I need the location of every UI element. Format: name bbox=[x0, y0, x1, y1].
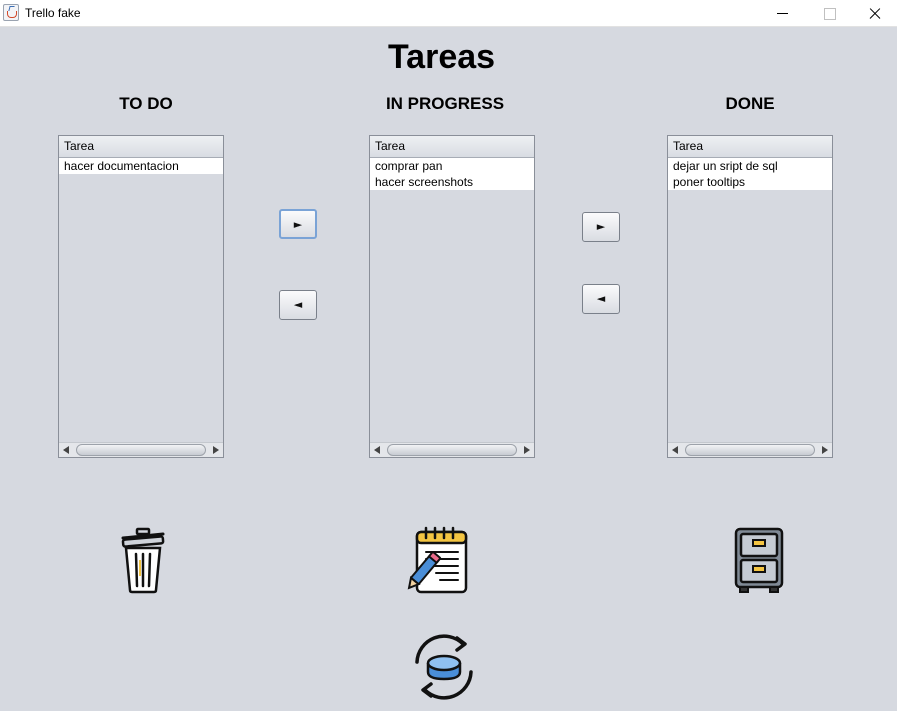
table-row[interactable]: hacer screenshots bbox=[370, 174, 534, 190]
java-app-icon bbox=[3, 4, 19, 21]
play-left-icon: ◄ bbox=[293, 298, 303, 311]
scroll-thumb[interactable] bbox=[76, 444, 206, 456]
move-done-to-progress-button[interactable]: ◄ bbox=[582, 284, 620, 314]
play-right-icon: ► bbox=[293, 218, 303, 231]
table-row[interactable]: poner tooltips bbox=[668, 174, 832, 190]
database-sync-icon[interactable] bbox=[409, 632, 479, 702]
scroll-right-icon[interactable] bbox=[822, 446, 828, 454]
minimize-button[interactable] bbox=[760, 0, 806, 27]
notepad-pencil-icon[interactable] bbox=[404, 526, 470, 596]
table-row[interactable]: comprar pan bbox=[370, 158, 534, 174]
move-todo-to-progress-button[interactable]: ► bbox=[279, 209, 317, 239]
maximize-button[interactable] bbox=[806, 0, 852, 27]
scroll-right-icon[interactable] bbox=[213, 446, 219, 454]
table-column-header[interactable]: Tarea bbox=[59, 136, 223, 158]
table-column-header[interactable]: Tarea bbox=[668, 136, 832, 158]
file-cabinet-icon[interactable] bbox=[733, 526, 785, 596]
table-row[interactable]: hacer documentacion bbox=[59, 158, 223, 174]
trash-icon[interactable] bbox=[117, 526, 169, 596]
play-right-icon: ► bbox=[596, 220, 606, 233]
table-row[interactable]: dejar un sript de sql bbox=[668, 158, 832, 174]
column-heading-in-progress: IN PROGRESS bbox=[385, 94, 505, 113]
move-progress-to-done-button[interactable]: ► bbox=[582, 212, 620, 242]
scroll-left-icon[interactable] bbox=[63, 446, 69, 454]
done-table[interactable]: Tarea dejar un sript de sql poner toolti… bbox=[667, 135, 833, 458]
close-button[interactable] bbox=[851, 0, 897, 27]
scroll-right-icon[interactable] bbox=[524, 446, 530, 454]
scroll-thumb[interactable] bbox=[387, 444, 517, 456]
window-titlebar: Trello fake bbox=[0, 0, 897, 27]
column-heading-todo: TO DO bbox=[119, 94, 173, 113]
table-column-header[interactable]: Tarea bbox=[370, 136, 534, 158]
window-title: Trello fake bbox=[25, 6, 81, 20]
todo-table[interactable]: Tarea hacer documentacion bbox=[58, 135, 224, 458]
page-title: Tareas bbox=[387, 38, 496, 76]
play-left-icon: ◄ bbox=[596, 292, 606, 305]
column-heading-done: DONE bbox=[725, 94, 775, 113]
scroll-left-icon[interactable] bbox=[672, 446, 678, 454]
scroll-thumb[interactable] bbox=[685, 444, 815, 456]
scroll-left-icon[interactable] bbox=[374, 446, 380, 454]
horizontal-scrollbar[interactable] bbox=[59, 442, 223, 457]
horizontal-scrollbar[interactable] bbox=[370, 442, 534, 457]
move-progress-to-todo-button[interactable]: ◄ bbox=[279, 290, 317, 320]
horizontal-scrollbar[interactable] bbox=[668, 442, 832, 457]
in-progress-table[interactable]: Tarea comprar pan hacer screenshots bbox=[369, 135, 535, 458]
